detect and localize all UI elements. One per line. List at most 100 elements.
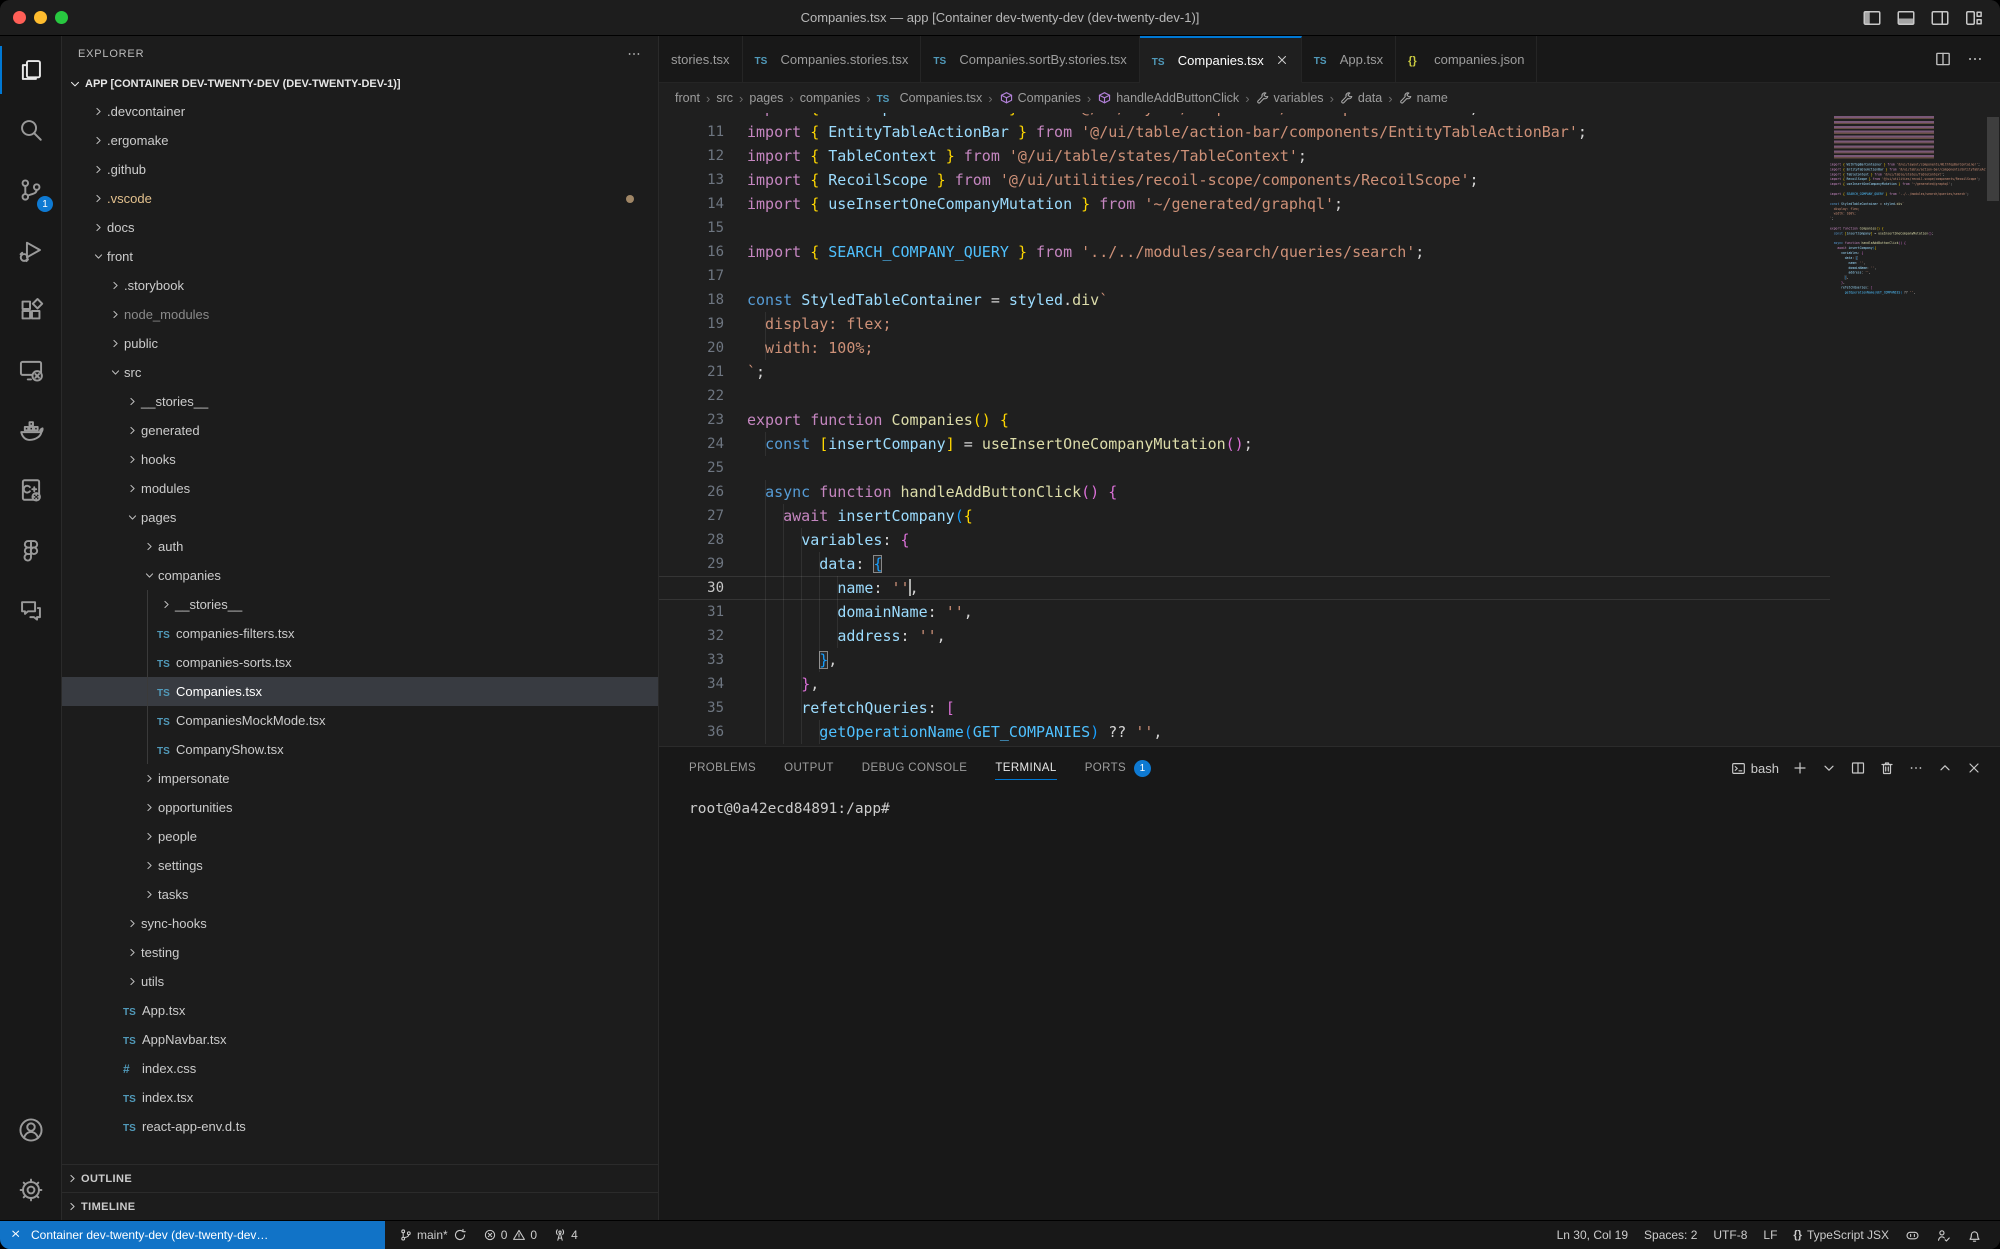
tree-item-utils[interactable]: utils [62, 967, 658, 996]
panel-tab-output[interactable]: OUTPUT [784, 747, 834, 789]
shell-selector[interactable]: bash [1731, 761, 1779, 776]
tree-item-front[interactable]: front [62, 242, 658, 271]
tree-item-auth[interactable]: auth [62, 532, 658, 561]
activity-item-remote-explorer[interactable] [0, 340, 61, 400]
status-item-utf-8[interactable]: UTF-8 [1705, 1221, 1755, 1249]
more-icon[interactable] [1908, 760, 1924, 776]
tree-item-.ergomake[interactable]: .ergomake [62, 126, 658, 155]
tab-stories.tsx[interactable]: stories.tsx [659, 36, 743, 82]
status-item[interactable] [1928, 1221, 1959, 1249]
status-item[interactable] [1897, 1221, 1928, 1249]
tree-item-AppNavbar.tsx[interactable]: TSAppNavbar.tsx [62, 1025, 658, 1054]
close-icon[interactable] [1275, 53, 1289, 67]
panel-tab-problems[interactable]: PROBLEMS [689, 747, 756, 789]
activity-item-figma[interactable] [0, 520, 61, 580]
breadcrumb-item-Companies[interactable]: Companies [999, 91, 1081, 106]
terminal[interactable]: root@0a42ecd84891:/app# [659, 789, 2000, 1220]
breadcrumb-item-variables[interactable]: variables [1256, 91, 1324, 105]
close-window-button[interactable] [13, 11, 26, 24]
scrollbar-thumb[interactable] [1987, 117, 1999, 201]
status-item-ln-30-col-19[interactable]: Ln 30, Col 19 [1549, 1221, 1636, 1249]
tree-item-generated[interactable]: generated [62, 416, 658, 445]
tab-companies.json[interactable]: {}companies.json [1396, 36, 1537, 82]
tree-item-index.tsx[interactable]: TSindex.tsx [62, 1083, 658, 1112]
plus-icon[interactable] [1792, 760, 1808, 776]
minimap[interactable]: import { WithTopBarContainer } from '@/u… [1830, 113, 1986, 746]
tree-item-sync-hooks[interactable]: sync-hooks [62, 909, 658, 938]
panel-tab-terminal[interactable]: TERMINAL [995, 747, 1056, 789]
panel-right-icon[interactable] [1930, 8, 1950, 28]
tree-item-companies-filters.tsx[interactable]: TScompanies-filters.tsx [62, 619, 658, 648]
breadcrumb-item-pages[interactable]: pages [749, 91, 783, 105]
tree-item-.storybook[interactable]: .storybook [62, 271, 658, 300]
activity-item-docker[interactable] [0, 400, 61, 460]
activity-item-dev-containers[interactable] [0, 460, 61, 520]
remote-indicator[interactable]: Container dev-twenty-dev (dev-twenty-dev… [0, 1221, 385, 1249]
tree-item-testing[interactable]: testing [62, 938, 658, 967]
panel-tab-ports[interactable]: PORTS1 [1085, 747, 1151, 789]
activity-item-comments[interactable] [0, 580, 61, 640]
status-item-spaces-2[interactable]: Spaces: 2 [1636, 1221, 1705, 1249]
activity-item-source-control[interactable]: 1 [0, 160, 61, 220]
tab-App.tsx[interactable]: TSApp.tsx [1302, 36, 1396, 82]
tree-item-.github[interactable]: .github [62, 155, 658, 184]
breadcrumb-item-name[interactable]: name [1399, 91, 1448, 105]
tree-item-modules[interactable]: modules [62, 474, 658, 503]
tree-item-App.tsx[interactable]: TSApp.tsx [62, 996, 658, 1025]
tree-item-public[interactable]: public [62, 329, 658, 358]
trash-icon[interactable] [1879, 760, 1895, 776]
section-timeline[interactable]: TIMELINE [62, 1192, 658, 1220]
section-outline[interactable]: OUTLINE [62, 1164, 658, 1192]
split-icon[interactable] [1934, 50, 1952, 68]
more-icon[interactable] [1966, 50, 1984, 68]
code-editor[interactable]: 10import { WithTopBarContainer } from '@… [659, 113, 2000, 746]
panel-left-icon[interactable] [1862, 8, 1882, 28]
status-item[interactable]: main* [391, 1221, 475, 1249]
tree-item-__stories__[interactable]: __stories__ [62, 387, 658, 416]
tree-item-CompaniesMockMode.tsx[interactable]: TSCompaniesMockMode.tsx [62, 706, 658, 735]
zoom-window-button[interactable] [55, 11, 68, 24]
breadcrumb-item-Companies.tsx[interactable]: TSCompanies.tsx [877, 91, 983, 105]
tree-item-CompanyShow.tsx[interactable]: TSCompanyShow.tsx [62, 735, 658, 764]
tab-Companies.tsx[interactable]: TSCompanies.tsx [1140, 36, 1302, 83]
status-item[interactable]: 4 [545, 1221, 586, 1249]
tree-item-companies-sorts.tsx[interactable]: TScompanies-sorts.tsx [62, 648, 658, 677]
activity-item-extensions[interactable] [0, 280, 61, 340]
tree-item-node_modules[interactable]: node_modules [62, 300, 658, 329]
activity-item-search[interactable] [0, 100, 61, 160]
tree-item-settings[interactable]: settings [62, 851, 658, 880]
tree-item-docs[interactable]: docs [62, 213, 658, 242]
status-item[interactable] [1959, 1221, 1990, 1249]
tree-item-Companies.tsx[interactable]: TSCompanies.tsx [62, 677, 658, 706]
activity-item-run-and-debug[interactable] [0, 220, 61, 280]
close-icon[interactable] [1966, 760, 1982, 776]
chevdown-icon[interactable] [1821, 760, 1837, 776]
panel-tab-debug-console[interactable]: DEBUG CONSOLE [862, 747, 968, 789]
tab-Companies.sortBy.stories.tsx[interactable]: TSCompanies.sortBy.stories.tsx [921, 36, 1139, 82]
breadcrumb-item-front[interactable]: front [675, 91, 700, 105]
workspace-section-header[interactable]: APP [CONTAINER DEV-TWENTY-DEV (DEV-TWENT… [62, 71, 658, 97]
panel-bottom-icon[interactable] [1896, 8, 1916, 28]
activity-item-accounts[interactable] [0, 1100, 61, 1160]
tree-item-react-app-env.d.ts[interactable]: TSreact-app-env.d.ts [62, 1112, 658, 1141]
status-item-typescript-jsx[interactable]: {}TypeScript JSX [1785, 1221, 1897, 1249]
split-icon[interactable] [1850, 760, 1866, 776]
tab-Companies.stories.tsx[interactable]: TSCompanies.stories.tsx [743, 36, 922, 82]
tree-item-opportunities[interactable]: opportunities [62, 793, 658, 822]
layout-icon[interactable] [1964, 8, 1984, 28]
tree-item-pages[interactable]: pages [62, 503, 658, 532]
editor-scrollbar[interactable] [1986, 113, 2000, 746]
explorer-actions-icon[interactable] [626, 46, 642, 62]
tree-item-.devcontainer[interactable]: .devcontainer [62, 97, 658, 126]
breadcrumb-item-data[interactable]: data [1340, 91, 1382, 105]
breadcrumb-item-companies[interactable]: companies [800, 91, 860, 105]
tree-item-impersonate[interactable]: impersonate [62, 764, 658, 793]
status-item-lf[interactable]: LF [1755, 1221, 1785, 1249]
tree-item-__stories__[interactable]: __stories__ [62, 590, 658, 619]
breadcrumb-item-src[interactable]: src [716, 91, 733, 105]
minimize-window-button[interactable] [34, 11, 47, 24]
tree-item-index.css[interactable]: #index.css [62, 1054, 658, 1083]
tree-item-people[interactable]: people [62, 822, 658, 851]
tree-item-companies[interactable]: companies [62, 561, 658, 590]
chevup-icon[interactable] [1937, 760, 1953, 776]
